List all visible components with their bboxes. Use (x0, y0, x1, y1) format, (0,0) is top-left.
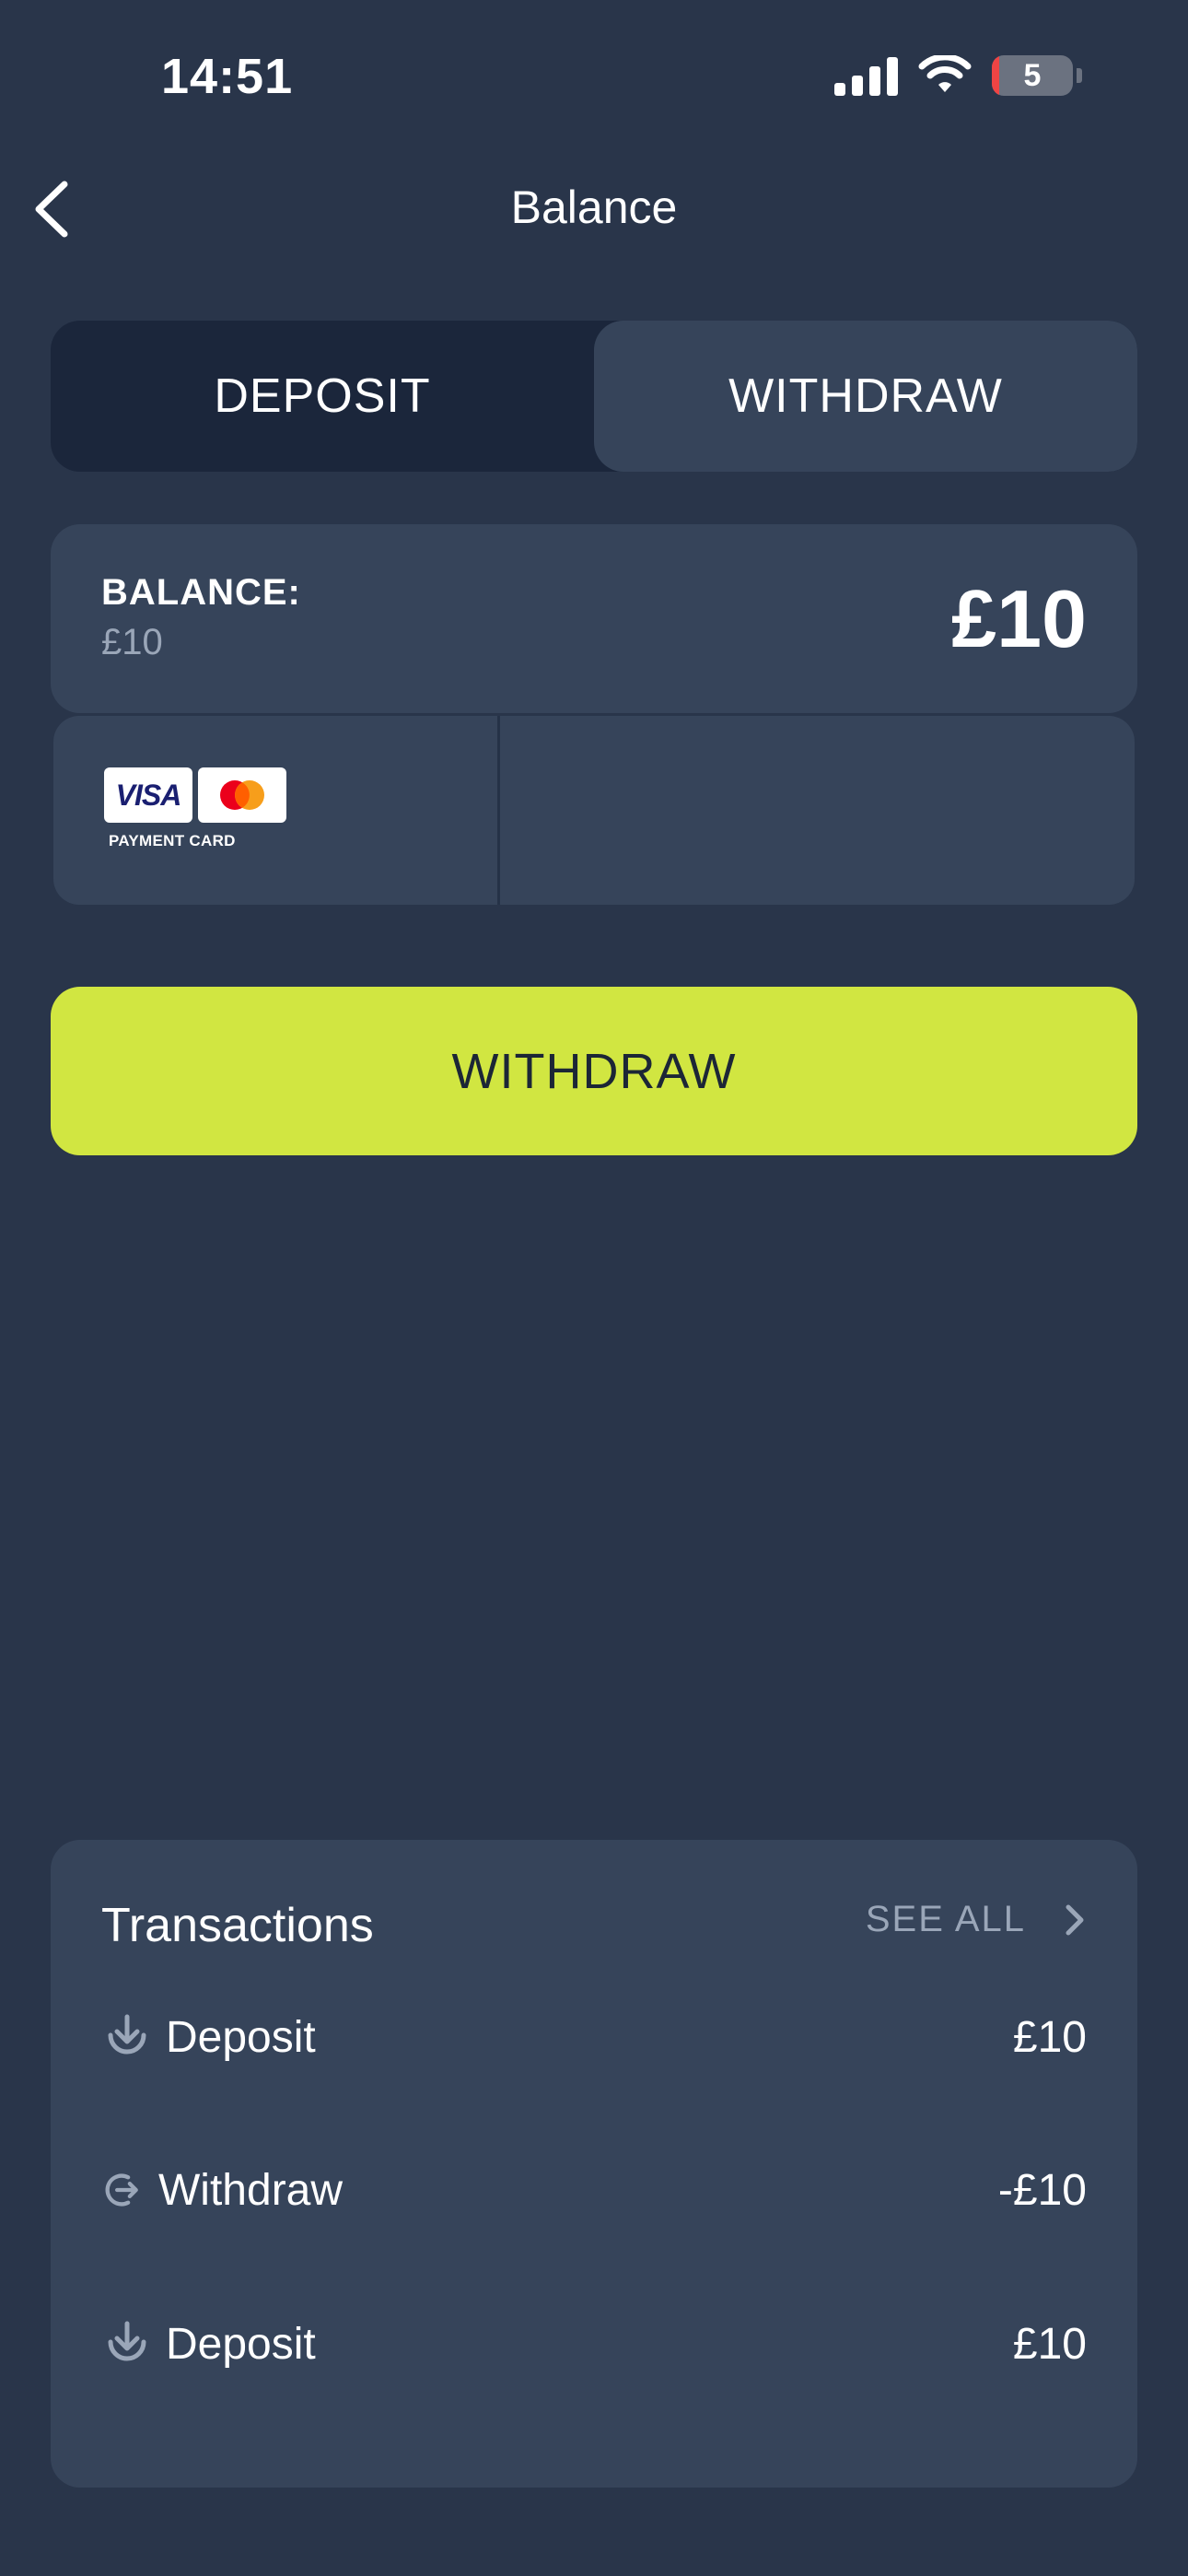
battery-icon: 5 (992, 55, 1073, 96)
transaction-type: Withdraw (158, 2165, 344, 2215)
balance-amount: £10 (951, 573, 1087, 664)
page-title: Balance (510, 181, 678, 233)
balance-sub-value: £10 (101, 622, 163, 662)
payment-card-option[interactable]: VISA (104, 767, 286, 823)
see-all-link[interactable]: SEE ALL (866, 1899, 1087, 1940)
withdraw-icon (105, 2173, 138, 2207)
transaction-type: Deposit (166, 2012, 316, 2062)
visa-logo-text: VISA (115, 778, 182, 812)
transaction-amount: £10 (1012, 2319, 1087, 2369)
balance-screen: 14:51 5 Balance DEPOSIT WITHDRAW BALANCE… (0, 0, 1188, 2576)
chevron-right-icon (1066, 1904, 1084, 1935)
wifi-icon (918, 55, 972, 92)
transaction-amount: £10 (1012, 2012, 1087, 2062)
battery-level: 5 (1023, 57, 1042, 93)
tab-deposit[interactable]: DEPOSIT (51, 321, 594, 472)
visa-logo: VISA (104, 767, 192, 823)
withdraw-button[interactable]: WITHDRAW (51, 987, 1137, 1155)
payment-divider (497, 716, 500, 905)
deposit-icon (108, 2014, 146, 2055)
payment-method-row: VISA PAYMENT CARD (53, 716, 1135, 905)
status-time: 14:51 (161, 49, 294, 104)
transaction-type: Deposit (166, 2319, 316, 2369)
deposit-icon (108, 2321, 146, 2361)
transactions-card: Transactions SEE ALL Deposit £10 Withdra… (51, 1840, 1137, 2488)
balance-card: BALANCE: £10 £10 (51, 524, 1137, 713)
deposit-withdraw-tabs: DEPOSIT WITHDRAW (51, 321, 1137, 472)
payment-card-caption: PAYMENT CARD (109, 832, 236, 849)
balance-label: BALANCE: (101, 572, 301, 613)
signal-icon (834, 55, 898, 96)
see-all-label: SEE ALL (865, 1899, 1026, 1939)
transaction-amount: -£10 (997, 2165, 1087, 2215)
transaction-row[interactable]: Deposit £10 (101, 2000, 1087, 2074)
transaction-row[interactable]: Withdraw -£10 (101, 2153, 1087, 2227)
tab-withdraw[interactable]: WITHDRAW (594, 321, 1137, 472)
mastercard-icon (220, 780, 264, 810)
transaction-row[interactable]: Deposit £10 (101, 2307, 1087, 2381)
transactions-title: Transactions (101, 1899, 374, 1952)
status-icons: 5 (834, 55, 1082, 96)
battery-tip (1077, 68, 1082, 83)
mastercard-logo (198, 767, 286, 823)
